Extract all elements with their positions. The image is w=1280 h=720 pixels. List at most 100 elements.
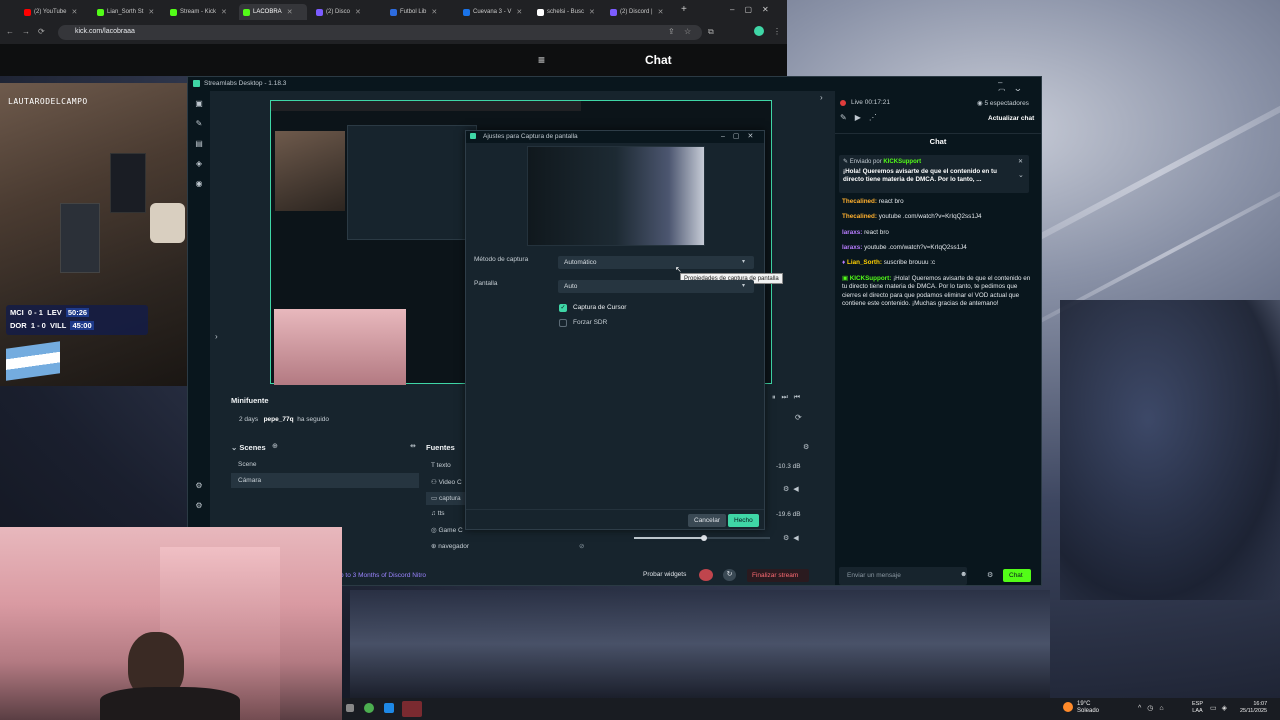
star-icon[interactable]: ☆ <box>684 27 691 36</box>
editor-icon[interactable]: ▣ <box>194 99 204 109</box>
edit-tools[interactable]: ✎▶⋰ <box>840 113 885 122</box>
window-controls[interactable]: –▢✕ <box>721 132 761 140</box>
app-icon[interactable] <box>346 704 354 712</box>
browser-tab[interactable]: (2) Discord | ✕ <box>606 4 676 20</box>
streamlabs-title: Streamlabs Desktop - 1.18.3 <box>188 77 1041 91</box>
scene-settings-icon[interactable]: ⇹ <box>410 442 416 450</box>
widget-toggle[interactable] <box>699 569 713 581</box>
browser-tab[interactable]: schelsi - Busc ✕ <box>533 4 603 20</box>
emote-icon[interactable]: ☻ <box>960 571 967 578</box>
clock[interactable]: 16:07 25/11/2025 <box>1240 701 1267 715</box>
browser-tab[interactable]: (2) Disco ✕ <box>312 4 380 20</box>
scene-item[interactable]: Scene <box>231 457 419 472</box>
screen-select[interactable]: Auto ▾ <box>558 280 754 293</box>
expand-icon[interactable]: › <box>820 93 823 102</box>
chat-input[interactable]: Enviar un mensaje <box>839 567 967 585</box>
chat-message: laraxs: youtube .com/watch?v=KrIqQ2ss1J4 <box>842 244 967 251</box>
replay-icon[interactable]: ↻ <box>723 569 736 581</box>
close-icon[interactable]: ✕ <box>431 8 437 16</box>
close-icon[interactable]: ✕ <box>658 8 664 16</box>
tab-favicon <box>316 8 323 16</box>
update-chat-link[interactable]: Actualizar chat <box>988 115 1034 122</box>
extensions-icon[interactable]: ⧉ <box>708 27 714 37</box>
capture-method-label: Método de captura <box>474 256 529 263</box>
feed-event: 2 days pepe_77q ha seguido <box>239 416 330 423</box>
end-stream-button[interactable]: Finalizar stream <box>747 569 809 582</box>
chrome-icon[interactable] <box>364 703 374 713</box>
refresh-icon[interactable]: ⟳ <box>795 413 802 422</box>
streamlabs-logo-icon <box>470 133 476 139</box>
kick-chat-header: ≡ Chat <box>0 44 787 76</box>
media-controls[interactable]: ⏸⏭⏮ <box>772 394 806 402</box>
source-item[interactable]: ♫ tts <box>431 510 445 517</box>
source-item[interactable]: ◎ Game C <box>431 526 463 534</box>
browser-tab[interactable]: (2) YouTube ✕ <box>20 4 84 20</box>
tab-favicon <box>390 8 397 16</box>
tray-icons[interactable]: ^◷⌂ <box>1138 704 1170 712</box>
cancel-button[interactable]: Cancelar <box>688 514 727 527</box>
profile-avatar[interactable] <box>754 26 764 36</box>
force-sdr-checkbox[interactable] <box>559 319 567 327</box>
kick-chat-title: Chat <box>645 53 672 67</box>
unpin-icon[interactable]: ✕ <box>1018 158 1023 165</box>
chat-settings-icon[interactable]: ⚙ <box>987 571 993 579</box>
source-item[interactable]: T texto <box>431 462 451 469</box>
language-indicator[interactable]: ESP LAA <box>1192 701 1203 715</box>
mixer-controls[interactable]: ⚙◀ <box>783 485 803 493</box>
test-widgets-label[interactable]: Probar widgets <box>643 571 686 578</box>
scene-item-selected[interactable]: Cámara <box>231 473 419 488</box>
apps-icon[interactable]: ▤ <box>194 139 204 149</box>
new-tab-button[interactable]: + <box>681 4 687 15</box>
close-icon[interactable]: ✕ <box>71 8 77 16</box>
close-icon[interactable]: ✕ <box>589 8 595 16</box>
add-scene-icon[interactable]: ⊕ <box>272 442 278 450</box>
nav-buttons[interactable]: ←→⟳ <box>6 27 53 36</box>
mixer-controls[interactable]: ⚙◀ <box>783 534 803 542</box>
cursor-capture-checkbox[interactable]: ✓ <box>559 304 567 312</box>
close-icon[interactable]: ✕ <box>221 8 227 16</box>
browser-tab[interactable]: Lian_Sorth St ✕ <box>93 4 163 20</box>
chat-send-button[interactable]: Chat <box>1003 569 1031 582</box>
system-icons[interactable]: ▭◈ <box>1210 704 1232 712</box>
menu-icon[interactable]: ⋮ <box>773 27 781 36</box>
close-icon[interactable]: ✕ <box>287 8 293 16</box>
address-bar[interactable]: kick.com/lacobraaa <box>58 25 702 40</box>
browser-tab[interactable]: Futbol Lib ✕ <box>386 4 454 20</box>
dashboard-icon[interactable]: ◉ <box>194 179 204 189</box>
pinned-message[interactable]: ✎ Enviado por KICKSupport ¡Hola! Queremo… <box>839 155 1029 193</box>
mixer-settings-icon[interactable]: ⚙ <box>803 443 809 451</box>
collapse-chat-icon[interactable]: ≡ <box>538 53 545 67</box>
themes-icon[interactable]: ✎ <box>194 119 204 129</box>
dialog-title: Ajustes para Captura de pantalla <box>483 133 578 140</box>
collapse-icon[interactable]: › <box>215 332 218 341</box>
studio-mode-icon[interactable]: ⚙ <box>194 481 204 491</box>
divider <box>466 509 764 510</box>
done-button[interactable]: Hecho <box>728 514 759 527</box>
volume-slider[interactable] <box>634 535 770 541</box>
tab-favicon <box>24 8 31 16</box>
visibility-icon[interactable]: ⊘ <box>579 542 584 550</box>
app-icon-active[interactable] <box>402 701 422 717</box>
browser-tab[interactable]: Cuevana 3 - V ✕ <box>459 4 529 20</box>
promo-banner[interactable]: p to 3 Months of Discord Nitro <box>340 572 426 579</box>
capture-method-select[interactable]: Automático ▾ <box>558 256 754 269</box>
chat-message: Thecalined: react bro <box>842 198 904 205</box>
close-icon[interactable]: ✕ <box>148 8 154 16</box>
live-dot <box>840 100 846 106</box>
side-nav: ▣ ✎ ▤ ◈ ◉ ⚙ ⚙ <box>188 91 210 585</box>
weather-widget[interactable]: 19°C Soleado <box>1077 701 1099 715</box>
chevron-down-icon[interactable]: ⌄ <box>1018 171 1024 179</box>
share-icon[interactable]: ⇪ <box>668 27 675 36</box>
close-icon[interactable]: ✕ <box>516 8 522 16</box>
close-icon[interactable]: ✕ <box>355 8 361 16</box>
source-item[interactable]: ⚇ Video C <box>431 478 462 486</box>
steam-icon[interactable] <box>384 703 394 713</box>
browser-tab[interactable]: Stream - Kick ✕ <box>166 4 236 20</box>
browser-tab-active[interactable]: LACOBRA ✕ <box>239 4 307 20</box>
window-controls[interactable]: –▢✕ <box>730 5 779 14</box>
chevron-down-icon: ▾ <box>742 259 746 265</box>
source-item[interactable]: ⊕ navegador ⊘ <box>431 542 591 550</box>
settings-icon[interactable]: ⚙ <box>194 501 204 511</box>
highlighter-icon[interactable]: ◈ <box>194 159 204 169</box>
source-item-selected[interactable]: ▭ captura <box>426 492 466 505</box>
